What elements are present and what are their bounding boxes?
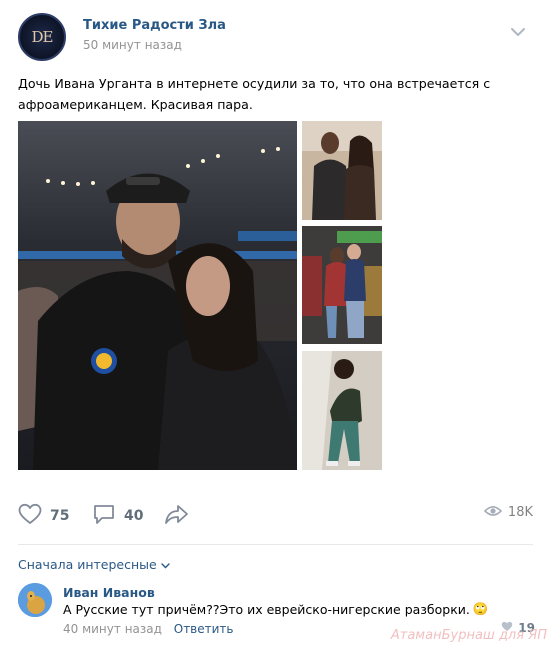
like-button[interactable]: 75	[18, 503, 69, 529]
rolling-eyes-emoji-icon: 🙄	[472, 601, 489, 616]
post-text: Дочь Ивана Урганта в интернете осудили з…	[18, 76, 491, 112]
chevron-down-icon	[161, 557, 170, 572]
comment-author-avatar[interactable]	[18, 583, 52, 617]
share-icon	[164, 503, 190, 529]
comment-timestamp[interactable]: 40 минут назад	[63, 622, 162, 636]
eye-icon	[483, 503, 503, 522]
comments-sort-label: Сначала интересные	[18, 557, 157, 572]
views-count: 18K	[507, 505, 533, 520]
divider	[18, 544, 533, 545]
post-actions: 75 40 18K	[18, 503, 533, 531]
comment-reply-link[interactable]: Ответить	[174, 622, 234, 636]
comment-icon	[92, 503, 116, 529]
post-photo-3[interactable]	[302, 226, 382, 344]
post-photo-main[interactable]	[18, 121, 297, 470]
comment-body: А Русские тут причём??Это их еврейско-ни…	[63, 601, 470, 617]
share-button[interactable]	[164, 503, 190, 529]
comment-meta: 40 минут назад Ответить	[63, 622, 234, 636]
comment-count: 40	[124, 508, 144, 524]
comments-sort-dropdown[interactable]: Сначала интересные	[18, 557, 170, 572]
post-photo-2[interactable]	[302, 121, 382, 220]
comment-text: А Русские тут причём??Это их еврейско-ни…	[63, 601, 488, 617]
views-counter: 18K	[483, 503, 533, 522]
group-avatar-monogram: DE	[31, 28, 54, 46]
comment-button[interactable]: 40	[92, 503, 143, 529]
group-avatar[interactable]: DE	[18, 13, 66, 61]
post-timestamp[interactable]: 50 минут назад	[83, 38, 182, 52]
watermark: АтаманБурнаш для ЯП	[390, 628, 547, 643]
like-count: 75	[50, 508, 70, 524]
heart-icon	[18, 503, 42, 529]
group-name-link[interactable]: Тихие Радости Зла	[83, 18, 226, 33]
chevron-down-icon[interactable]	[510, 22, 526, 36]
comment-author-name[interactable]: Иван Иванов	[63, 585, 155, 600]
post-photo-4[interactable]	[302, 351, 382, 470]
